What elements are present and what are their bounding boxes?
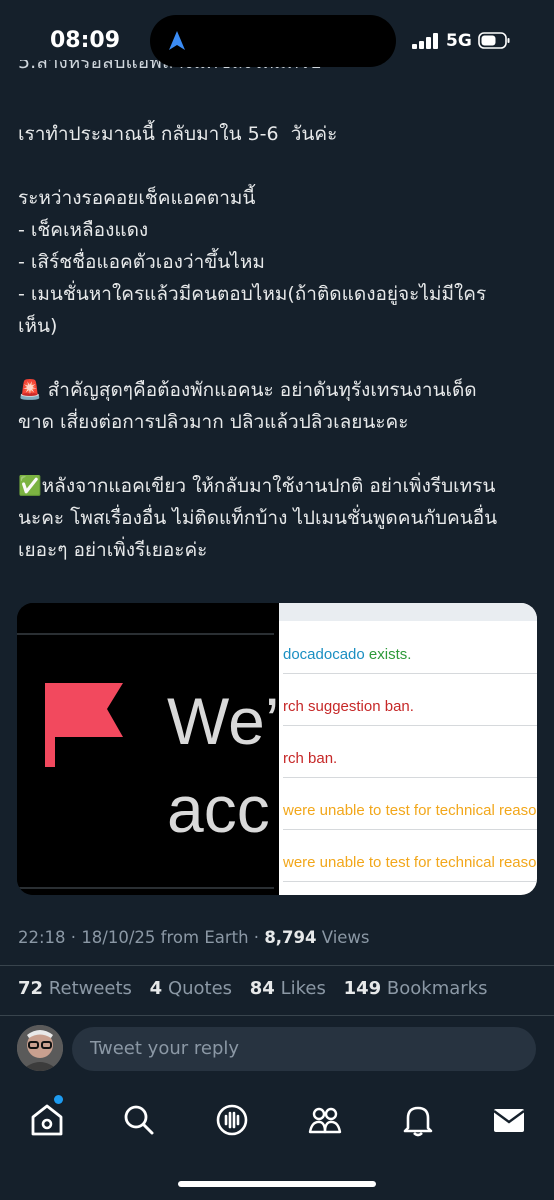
post-text-line: - เมนชั่นหาใครแล้วมีคนตอบไหม(ถ้าติดแดงอย…: [18, 283, 487, 305]
bookmarks-label: Bookmarks: [386, 978, 488, 999]
result-text: were unable to test for technical reason…: [283, 854, 537, 871]
post-text-line: [18, 150, 538, 182]
avatar[interactable]: [17, 1025, 63, 1071]
result-text: were unable to test for technical reason…: [283, 802, 537, 819]
post-text-line: - เสิร์ชชื่อแอคตัวเองว่าขึ้นไหม: [18, 251, 265, 273]
engagement-stats: 72 Retweets 4 Quotes 84 Likes 149 Bookma…: [18, 978, 487, 999]
divider: [0, 1015, 554, 1016]
likes-label: Likes: [280, 978, 326, 999]
post-text-line: - เช็คเหลืองแดง: [18, 219, 149, 241]
shadowban-result-row: docadocado exists.: [283, 621, 537, 674]
status-time: 08:09: [50, 28, 121, 53]
communities-icon[interactable]: [307, 1102, 343, 1138]
messages-icon[interactable]: [491, 1102, 527, 1138]
retweets-label: Retweets: [48, 978, 132, 999]
quotes-count: 4: [149, 978, 163, 999]
post-text-line: ระหว่างรอคอยเช็คแอคตามนี้: [18, 187, 256, 209]
notifications-icon[interactable]: [400, 1102, 436, 1138]
shadowban-result-row: were unable to test for technical reason…: [283, 829, 537, 882]
reply-placeholder: Tweet your reply: [90, 1038, 240, 1059]
media-image-left[interactable]: We’ acc: [17, 603, 279, 895]
battery-icon: [478, 32, 510, 49]
result-username: docadocado: [283, 646, 365, 663]
post-text-line: เยอะๆ อย่าเพิ่งรีเยอะค่ะ: [18, 539, 208, 561]
shadowban-result-row: rch suggestion ban.: [283, 673, 537, 726]
search-icon[interactable]: [121, 1102, 157, 1138]
location-arrow-icon: [169, 31, 185, 50]
home-indicator: [178, 1181, 376, 1187]
retweets-stat[interactable]: 72 Retweets: [18, 978, 132, 999]
views-label: Views: [321, 928, 370, 947]
reply-input[interactable]: Tweet your reply: [72, 1027, 536, 1071]
media-text-line-2: acc: [167, 772, 270, 846]
bookmarks-count: 149: [343, 978, 382, 999]
post-date: 18/10/25: [81, 928, 156, 947]
spaces-icon[interactable]: [214, 1102, 250, 1138]
post-text-line: ✅หลังจากแอคเขียว ให้กลับมาใช้งานปกติ อย่…: [18, 475, 496, 497]
notification-dot: [54, 1095, 63, 1104]
likes-stat[interactable]: 84 Likes: [250, 978, 326, 999]
likes-count: 84: [249, 978, 275, 999]
dynamic-island: [150, 15, 396, 67]
shadowban-result-row: were unable to test for technical reason…: [283, 777, 537, 830]
home-icon[interactable]: [29, 1102, 65, 1138]
retweets-count: 72: [18, 978, 44, 999]
post-meta: 22:18 · 18/10/25 from Earth · 8,794 View…: [18, 928, 370, 947]
result-text: rch suggestion ban.: [283, 698, 414, 715]
quotes-stat[interactable]: 4 Quotes: [150, 978, 232, 999]
post-text-line: 🚨 สำคัญสุดๆคือต้องพักแอคนะ อย่าดันทุรังเ…: [18, 379, 477, 401]
media-image-right[interactable]: docadocado exists. rch suggestion ban. rch…: [279, 603, 537, 895]
quotes-label: Quotes: [167, 978, 233, 999]
post-time: 22:18: [18, 928, 66, 947]
post-source: from Earth: [160, 928, 249, 947]
post-text-line: ขาด เสี่ยงต่อการปลิวมาก ปลิวแล้วปลิวเลยน…: [18, 411, 409, 433]
post-media[interactable]: We’ acc docadocado exists. rch suggestion…: [17, 603, 537, 895]
media-text-line-1: We’: [167, 684, 280, 758]
signal-icon: [412, 33, 438, 49]
status-bar: 08:09 5G: [0, 0, 554, 84]
network-type: 5G: [446, 31, 472, 51]
post-text-line: [18, 438, 538, 470]
flag-icon: [45, 683, 123, 767]
post-text-line: เราทำประมาณนี้ กลับมาใน 5-6 วันค่ะ: [18, 123, 338, 145]
post-text: เราทำประมาณนี้ กลับมาใน 5-6 วันค่ะ ระหว่…: [18, 118, 538, 566]
post-text-line: [18, 342, 538, 374]
divider: [0, 965, 554, 966]
result-text: rch ban.: [283, 750, 338, 767]
result-text: exists.: [364, 646, 412, 663]
shadowban-result-row: rch ban.: [283, 725, 537, 778]
views-count: 8,794: [264, 928, 317, 947]
bookmarks-stat[interactable]: 149 Bookmarks: [344, 978, 488, 999]
post-text-line: นะคะ โพสเรื่องอื่น ไม่ติดแท็กบ้าง ไปเมนช…: [18, 507, 498, 529]
post-text-line: เห็น): [18, 315, 58, 337]
